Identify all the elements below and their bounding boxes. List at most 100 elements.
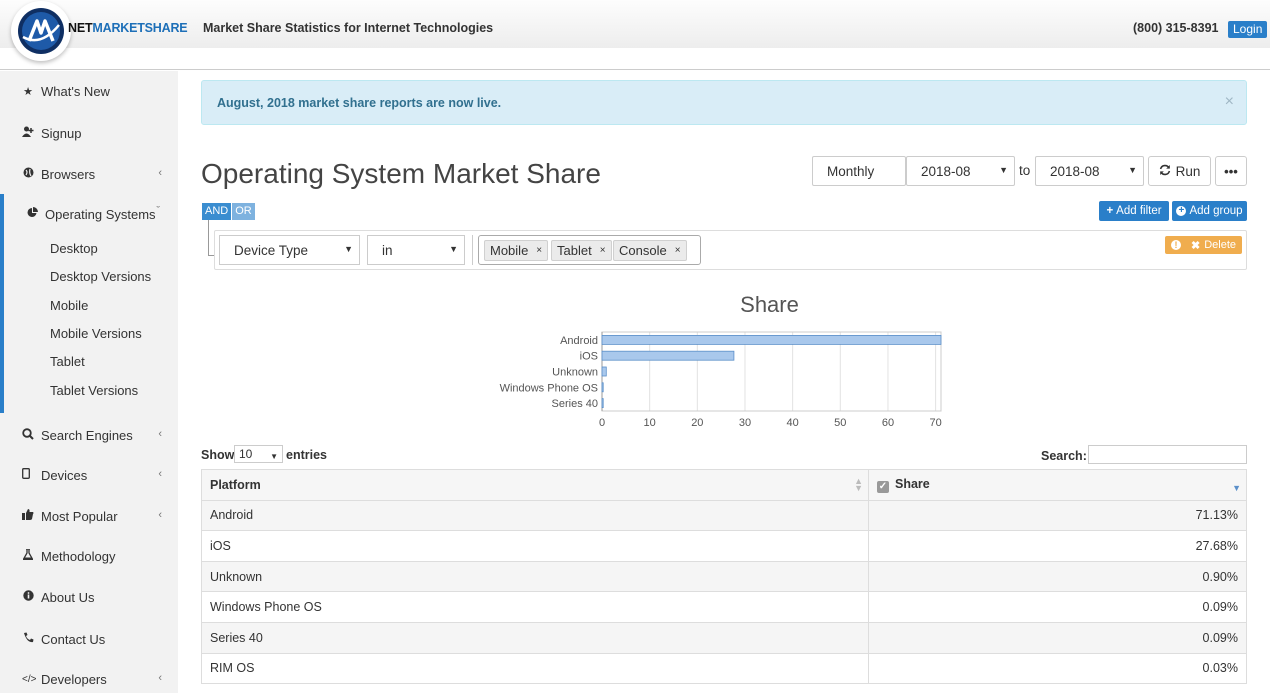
sidebar-item-devices[interactable]: Devices ‹ <box>0 463 178 487</box>
sidebar-item-label: About Us <box>41 589 95 605</box>
bar <box>601 382 604 393</box>
phone-icon <box>22 632 34 646</box>
user-plus-icon <box>22 126 34 140</box>
search-icon <box>22 427 34 443</box>
sidebar-subitem-tablet[interactable]: Tablet <box>50 353 85 371</box>
sidebar-subitem-desktop[interactable]: Desktop <box>50 240 98 258</box>
code-icon: </> <box>22 673 37 685</box>
sidebar-item-methodology[interactable]: Methodology <box>0 544 178 568</box>
chevron-left-icon: ‹ <box>158 428 162 440</box>
caret-down-icon: ▼ <box>270 452 278 461</box>
remove-tag-icon[interactable]: × <box>675 245 681 256</box>
column-label: Platform <box>210 477 261 492</box>
period-value: Monthly <box>827 163 875 179</box>
sidebar-item-contact-us[interactable]: Contact Us <box>0 627 178 651</box>
category-label: Windows Phone OS <box>500 382 598 394</box>
add-group-button[interactable]: + Add group <box>1172 201 1247 221</box>
x-tick-label: 40 <box>787 417 799 429</box>
show-label: Show <box>201 448 235 462</box>
remove-tag-icon[interactable]: × <box>600 245 606 256</box>
x-tick-label: 0 <box>599 417 605 429</box>
share-cell: 27.68% <box>868 530 1247 562</box>
header: NETMARKETSHARE Market Share Statistics f… <box>0 0 1270 70</box>
to-date-select[interactable]: 2018-08 ▼ <box>1035 156 1144 186</box>
sidebar-subitem-mobile[interactable]: Mobile <box>50 297 88 315</box>
logo-icon <box>18 8 64 54</box>
operator-select[interactable]: in ▼ <box>367 235 465 265</box>
sidebar-subitem-tablet-versions[interactable]: Tablet Versions <box>50 382 138 400</box>
run-button[interactable]: Run <box>1148 156 1211 186</box>
or-button[interactable]: OR <box>232 203 255 220</box>
sidebar-item-label: Signup <box>41 125 82 141</box>
from-date-select[interactable]: 2018-08 ▼ <box>906 156 1015 186</box>
flask-icon <box>21 548 35 563</box>
header-subbar <box>0 48 1270 70</box>
pie-chart-icon <box>26 207 38 221</box>
sidebar-item-most-popular[interactable]: Most Popular ‹ <box>0 504 178 528</box>
field-select[interactable]: Device Type ▼ <box>219 235 360 265</box>
sidebar-item-search-engines[interactable]: Search Engines ‹ <box>0 423 178 447</box>
sidebar-item-operating-systems[interactable]: Operating Systems ˇ <box>0 202 178 226</box>
login-button[interactable]: Login <box>1228 21 1268 38</box>
search-label: Search: <box>1041 449 1087 463</box>
divider <box>472 235 473 265</box>
sidebar-subitem-mobile-versions[interactable]: Mobile Versions <box>50 325 142 343</box>
sidebar-item-label: Contact Us <box>41 631 106 647</box>
brand-part2: MARKETSHARE <box>92 21 188 35</box>
logo[interactable] <box>11 1 71 61</box>
info-icon <box>22 590 34 604</box>
sidebar-item-signup[interactable]: Signup <box>0 121 178 145</box>
share-cell: 71.13% <box>868 499 1247 532</box>
remove-tag-icon[interactable]: × <box>536 245 542 256</box>
chevron-left-icon: ‹ <box>158 468 162 480</box>
category-label: Series 40 <box>552 398 598 410</box>
column-header-share[interactable]: ✓ Share ▼ <box>868 469 1247 501</box>
chevron-left-icon: ‹ <box>158 509 162 521</box>
close-icon[interactable]: × <box>1225 93 1234 111</box>
and-button[interactable]: AND <box>202 203 232 220</box>
sidebar: ★ What's New Signup Browsers ‹ Operating … <box>0 71 178 693</box>
sidebar-subitem-desktop-versions[interactable]: Desktop Versions <box>50 268 151 286</box>
value-tags-input[interactable]: Mobile × Tablet × Console × <box>478 235 701 265</box>
add-filter-button[interactable]: + Add filter <box>1099 201 1169 221</box>
x-tick-label: 60 <box>882 417 894 429</box>
checkbox-icon[interactable]: ✓ <box>877 480 889 493</box>
tag-mobile: Mobile × <box>484 240 549 261</box>
bar <box>601 335 942 345</box>
period-select[interactable]: Monthly <box>812 156 906 186</box>
to-label: to <box>1019 163 1031 178</box>
star-icon: ★ <box>23 85 33 98</box>
search-input[interactable] <box>1088 445 1247 464</box>
thumbs-up-icon <box>22 509 34 523</box>
sidebar-item-browsers[interactable]: Browsers ‹ <box>0 162 178 186</box>
share-cell: 0.09% <box>868 591 1247 623</box>
field-value: Device Type <box>234 242 309 258</box>
more-options-button[interactable]: ••• <box>1215 156 1247 186</box>
sidebar-item-developers[interactable]: </> Developers ‹ <box>0 667 178 691</box>
tag-label: Console <box>619 243 667 258</box>
entries-select[interactable]: 10 ▼ <box>234 445 283 463</box>
active-indicator <box>0 194 4 413</box>
alert-text: August, 2018 market share reports are no… <box>217 96 502 110</box>
platform-cell: RIM OS <box>201 652 869 685</box>
tagline: Market Share Statistics for Internet Tec… <box>203 21 494 35</box>
plus-circle-icon: + <box>1176 206 1187 216</box>
share-cell: 0.09% <box>868 621 1247 654</box>
sidebar-item-whats-new[interactable]: ★ What's New <box>0 79 178 103</box>
table-row: Android 71.13% <box>201 499 1247 532</box>
alert-banner: August, 2018 market share reports are no… <box>201 80 1247 125</box>
sidebar-item-about-us[interactable]: About Us <box>0 585 178 609</box>
platform-cell: Series 40 <box>201 621 869 654</box>
brand-name[interactable]: NETMARKETSHARE <box>68 21 188 35</box>
tag-console: Console × <box>613 240 687 261</box>
category-label: Unknown <box>552 367 598 379</box>
delete-rule-button[interactable]: ! ✖ Delete <box>1165 236 1242 254</box>
caret-down-icon: ▼ <box>1128 165 1137 175</box>
from-date-value: 2018-08 <box>921 163 971 179</box>
share-table: Platform ▲ ▼ ✓ Share ▼ Android 71.13% iOS 27.… <box>201 469 1247 685</box>
sidebar-item-label: Most Popular <box>41 508 118 524</box>
sidebar-item-label: Developers <box>41 671 107 687</box>
column-header-platform[interactable]: Platform ▲ ▼ <box>201 469 869 501</box>
sidebar-item-label: Devices <box>41 467 88 483</box>
table-body: Android 71.13% iOS 27.68% Unknown 0.90% Window… <box>201 499 1247 685</box>
